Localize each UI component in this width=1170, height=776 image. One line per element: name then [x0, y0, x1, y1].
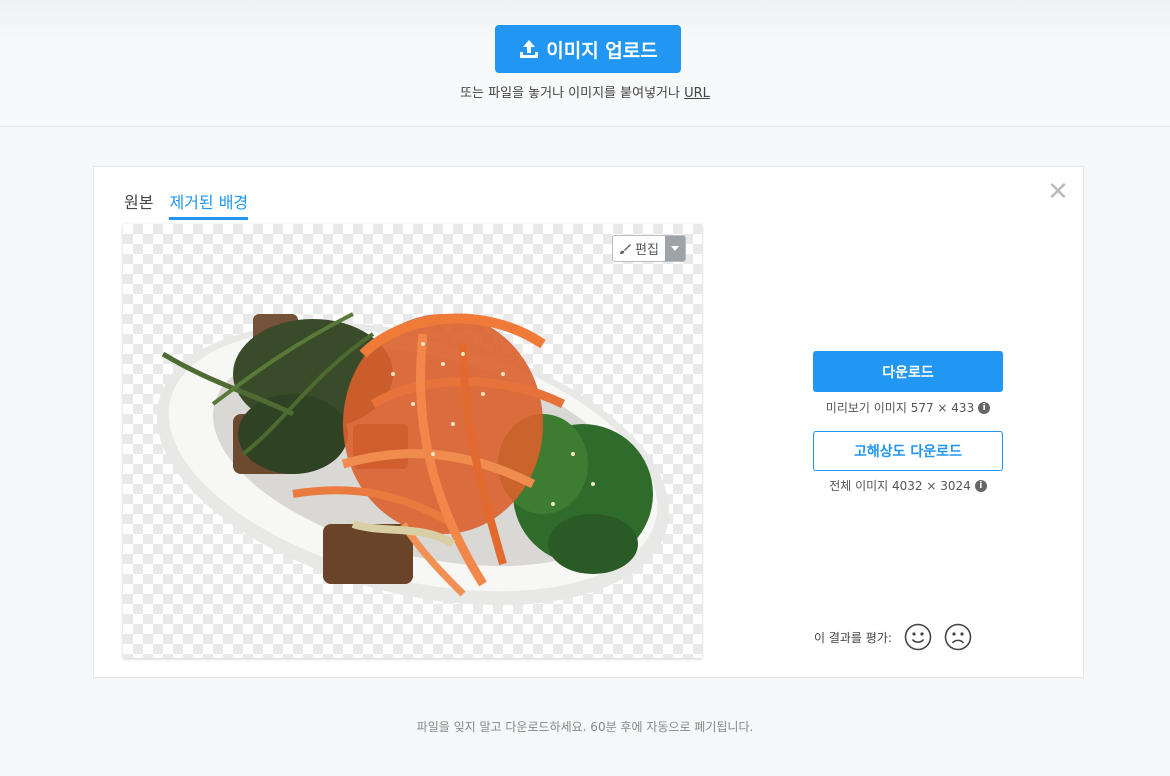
- hd-download-button[interactable]: 고해상도 다운로드: [813, 431, 1003, 471]
- info-icon[interactable]: i: [978, 401, 991, 414]
- upload-button-label: 이미지 업로드: [546, 39, 658, 62]
- smile-icon[interactable]: [904, 623, 932, 651]
- full-size-info: 전체 이미지 4032 × 3024 i: [794, 477, 1022, 494]
- chevron-down-icon: [670, 245, 679, 251]
- view-tabs: 원본 제거된 배경: [124, 189, 249, 220]
- tab-original[interactable]: 원본: [124, 189, 153, 220]
- frown-icon[interactable]: [944, 623, 972, 651]
- brush-icon: [620, 243, 631, 254]
- upload-icon: [520, 40, 539, 58]
- upload-image-button[interactable]: 이미지 업로드: [495, 25, 681, 73]
- url-link[interactable]: URL: [684, 86, 710, 101]
- preview-size-info: 미리보기 이미지 577 × 433 i: [794, 399, 1022, 416]
- food-image: [156, 312, 670, 606]
- edit-control: 편집: [612, 235, 686, 262]
- edit-options-toggle[interactable]: [664, 236, 685, 261]
- tab-removed-background[interactable]: 제거된 배경: [169, 189, 249, 220]
- full-size-text: 전체 이미지 4032 × 3024: [829, 479, 971, 493]
- footer-note: 파일을 잊지 말고 다운로드하세요. 60분 후에 자동으로 폐기됩니다.: [416, 720, 754, 734]
- upload-header: 이미지 업로드 또는 파일을 놓거나 이미지를 붙여넣거나 URL: [0, 0, 1170, 127]
- rating-label: 이 결과를 평가:: [814, 630, 892, 645]
- rating-bar: 이 결과를 평가:: [814, 623, 972, 651]
- close-icon[interactable]: ✕: [1047, 179, 1069, 205]
- info-icon[interactable]: i: [974, 479, 987, 492]
- result-card: ✕ 원본 제거된 배경 편집 다운로드 미리보기 이미지 577 × 433 i…: [93, 166, 1084, 678]
- download-button[interactable]: 다운로드: [813, 351, 1003, 392]
- edit-label: 편집: [635, 243, 659, 258]
- preview-size-text: 미리보기 이미지 577 × 433: [825, 401, 975, 415]
- upload-hint-text: 또는 파일을 놓거나 이미지를 붙여넣거나: [460, 86, 680, 101]
- edit-button[interactable]: 편집: [613, 236, 665, 261]
- image-preview: 편집: [123, 224, 702, 658]
- upload-hint: 또는 파일을 놓거나 이미지를 붙여넣거나 URL: [0, 82, 1170, 101]
